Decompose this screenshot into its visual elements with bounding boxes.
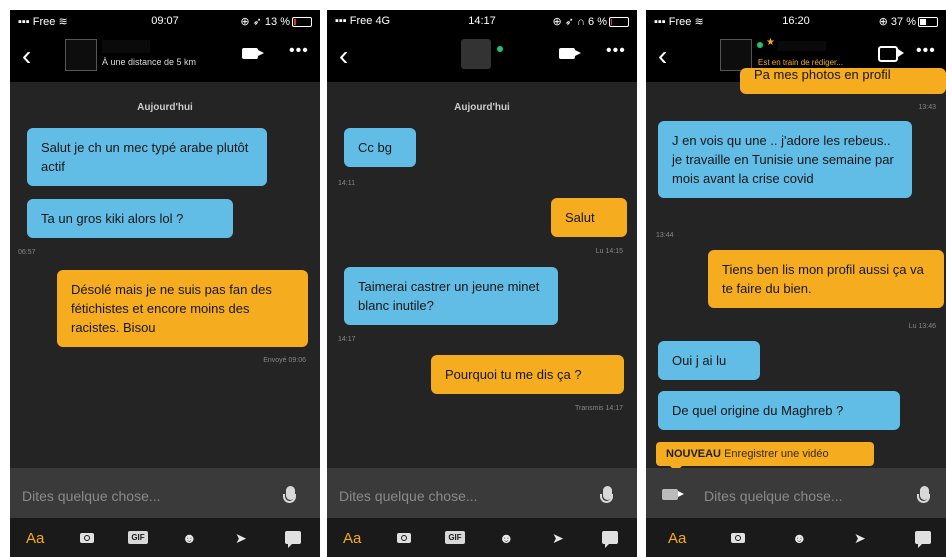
location-icon: ⊕ ➶ <box>240 16 262 28</box>
status-bar: ▪▪▪ Free ≋ 16:20 ⊕ 37 % <box>646 10 946 34</box>
message-timestamp: Envoyé 09:06 <box>263 357 306 364</box>
saved-phrases-icon[interactable] <box>285 531 301 548</box>
message-input[interactable]: Dites quelque chose... <box>339 488 478 504</box>
battery-icon <box>918 17 938 28</box>
chat-screen-3: ▪▪▪ Free ≋ 16:20 ⊕ 37 % ‹ ★ Est en train… <box>646 10 946 557</box>
message-timestamp: 13:43 <box>918 104 936 111</box>
gif-button[interactable]: GIF <box>128 531 148 544</box>
redacted-username <box>102 40 150 53</box>
message-timestamp: 14:11 <box>338 180 355 187</box>
location-icon: ⊕ <box>878 16 888 28</box>
camera-icon[interactable] <box>731 533 745 543</box>
message-bubble-incoming[interactable]: Oui j ai lu <box>658 341 760 380</box>
avatar[interactable] <box>65 39 97 71</box>
online-indicator-icon <box>497 46 503 52</box>
message-bubble-incoming[interactable]: Cc bg <box>344 128 416 167</box>
video-call-icon[interactable] <box>242 48 264 59</box>
message-bubble-incoming[interactable]: Ta un gros kiki alors lol ? <box>27 199 233 238</box>
day-label: Aujourd'hui <box>137 102 193 113</box>
chat-screen-1: ▪▪▪ Free ≋ 09:07 ⊕ ➶ 13 % ‹ À une distan… <box>10 10 320 557</box>
message-input[interactable]: Dites quelque chose... <box>22 488 161 504</box>
gif-button[interactable]: GIF <box>445 531 465 544</box>
battery-icon <box>609 17 629 28</box>
saved-phrases-icon[interactable] <box>602 531 618 548</box>
chat-header: ‹ À une distance de 5 km ••• <box>10 34 320 82</box>
battery-icon <box>292 17 312 28</box>
chat-toolbar: Aa GIF ☻ ➤ <box>10 518 320 557</box>
message-bubble-outgoing[interactable]: Salut <box>551 198 627 237</box>
chat-toolbar: Aa ☻ ➤ <box>646 518 946 557</box>
location-icon: ⊕ ➶ ∩ <box>552 16 585 28</box>
video-call-icon[interactable] <box>559 48 581 59</box>
message-bubble-incoming[interactable]: De quel origine du Maghreb ? <box>658 391 900 430</box>
chat-header: ‹ ••• <box>327 34 637 82</box>
status-bar: ▪▪▪ Free 4G 14:17 ⊕ ➶ ∩ 6 % <box>327 10 637 34</box>
message-input[interactable]: Dites quelque chose... <box>704 488 843 504</box>
avatar[interactable] <box>720 39 752 71</box>
banner-text: Enregistrer une vidéo <box>724 448 829 460</box>
text-format-button[interactable]: Aa <box>343 530 361 547</box>
more-options-icon[interactable]: ••• <box>289 42 309 60</box>
avatar[interactable] <box>461 39 491 69</box>
camera-icon[interactable] <box>397 533 411 543</box>
message-timestamp: 14:17 <box>338 336 356 343</box>
microphone-icon[interactable] <box>283 486 296 503</box>
banner-tag: NOUVEAU <box>666 448 722 460</box>
back-arrow-icon[interactable]: ‹ <box>22 42 31 70</box>
location-send-icon[interactable]: ➤ <box>552 530 564 547</box>
message-timestamp: 06:57 <box>18 249 36 256</box>
distance-label: À une distance de 5 km <box>102 57 197 67</box>
battery-percent: 13 % <box>264 16 290 28</box>
text-format-button[interactable]: Aa <box>26 530 44 547</box>
more-options-icon[interactable]: ••• <box>606 42 626 60</box>
message-bubble-outgoing[interactable]: Tiens ben lis mon profil aussi ça va te … <box>708 250 944 308</box>
video-call-icon[interactable] <box>878 46 904 62</box>
back-arrow-icon[interactable]: ‹ <box>339 42 348 70</box>
battery-percent: 37 % <box>890 16 916 28</box>
text-format-button[interactable]: Aa <box>668 530 686 547</box>
new-feature-banner[interactable]: NOUVEAU Enregistrer une vidéo <box>656 442 874 472</box>
microphone-icon[interactable] <box>600 486 613 503</box>
message-bubble-incoming[interactable]: Taimerai castrer un jeune minet blanc in… <box>344 267 558 325</box>
microphone-icon[interactable] <box>917 486 930 503</box>
favorite-star-icon: ★ <box>766 37 775 48</box>
online-indicator-icon <box>757 42 763 48</box>
sticker-icon[interactable]: ☻ <box>499 530 514 546</box>
sticker-icon[interactable]: ☻ <box>792 530 807 546</box>
message-timestamp: Lu 13:46 <box>908 323 936 330</box>
back-arrow-icon[interactable]: ‹ <box>658 42 667 70</box>
message-timestamp: 13:44 <box>656 232 674 239</box>
location-send-icon[interactable]: ➤ <box>854 530 866 547</box>
message-bubble-incoming[interactable]: J en vois qu une .. j'adore les rebeus..… <box>658 121 912 198</box>
message-bubble-outgoing[interactable]: Pourquoi tu me dis ça ? <box>431 355 624 394</box>
typing-indicator: Est en train de rédiger... <box>758 58 843 67</box>
sticker-icon[interactable]: ☻ <box>182 530 197 546</box>
battery-percent: 6 % <box>588 16 607 28</box>
message-timestamp: Lu 14:15 <box>595 248 623 255</box>
message-timestamp: Transmis 14:17 <box>575 405 623 412</box>
camera-icon[interactable] <box>80 533 94 543</box>
message-bubble-outgoing[interactable]: Pa mes photos en profil <box>740 68 946 94</box>
day-label: Aujourd'hui <box>454 102 510 113</box>
chat-screen-2: ▪▪▪ Free 4G 14:17 ⊕ ➶ ∩ 6 % ‹ ••• Aujour… <box>327 10 637 557</box>
redacted-username <box>778 41 826 51</box>
record-video-icon[interactable] <box>662 489 684 500</box>
more-options-icon[interactable]: ••• <box>916 42 936 60</box>
message-bubble-incoming[interactable]: Salut je ch un mec typé arabe plutôt act… <box>27 128 267 186</box>
message-bubble-outgoing[interactable]: Désolé mais je ne suis pas fan des fétic… <box>57 270 308 347</box>
saved-phrases-icon[interactable] <box>915 531 931 548</box>
location-send-icon[interactable]: ➤ <box>235 530 247 547</box>
status-bar: ▪▪▪ Free ≋ 09:07 ⊕ ➶ 13 % <box>10 10 320 34</box>
chat-toolbar: Aa GIF ☻ ➤ <box>327 518 637 557</box>
